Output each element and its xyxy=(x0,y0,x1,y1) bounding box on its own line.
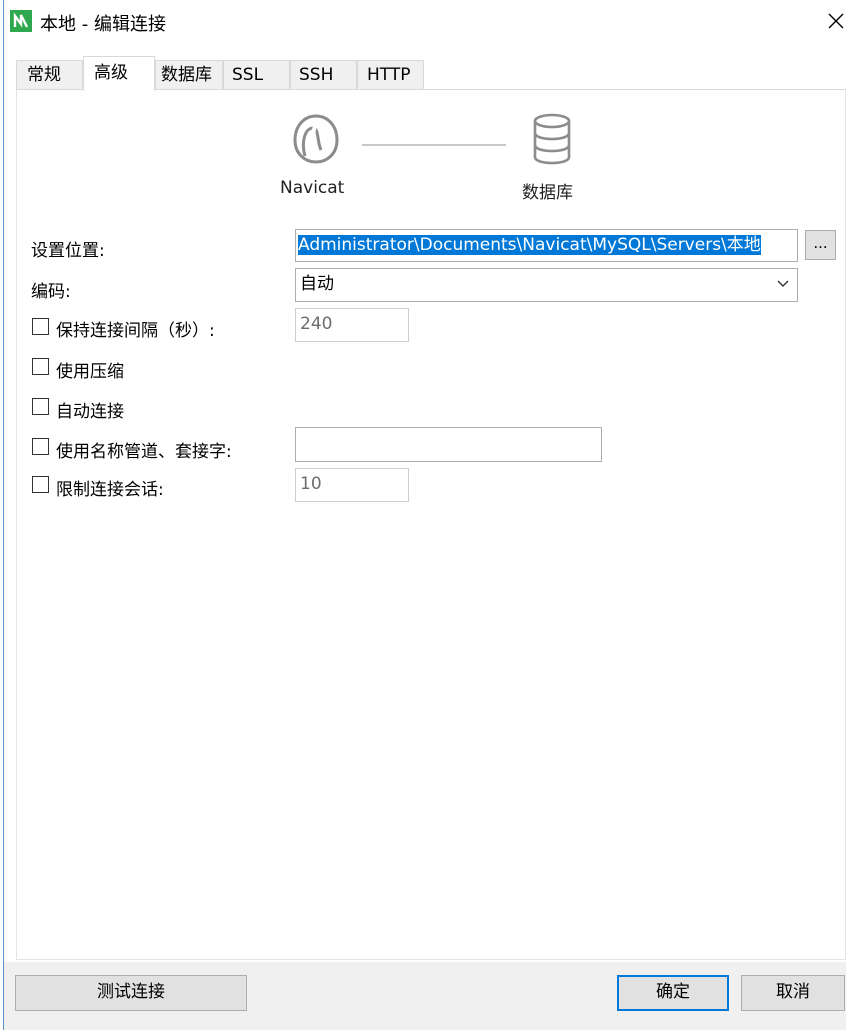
tab-advanced[interactable]: 高级 xyxy=(83,56,155,91)
connection-line xyxy=(362,144,506,146)
edit-connection-dialog: 本地 - 编辑连接 常规 高级 数据库 SSL SSH HTTP Navicat… xyxy=(3,0,846,1030)
close-icon xyxy=(828,13,844,29)
window-title: 本地 - 编辑连接 xyxy=(40,14,166,35)
database-icon xyxy=(531,113,573,165)
tab-ssh[interactable]: SSH xyxy=(290,60,357,90)
database-label: 数据库 xyxy=(522,183,573,203)
encoding-value: 自动 xyxy=(300,274,334,294)
sessionlimit-label: 限制连接会话: xyxy=(56,480,164,500)
tab-ssl[interactable]: SSL xyxy=(223,60,290,90)
keepalive-input[interactable]: 240 xyxy=(295,308,409,342)
tab-bar: 常规 高级 数据库 SSL SSH HTTP xyxy=(16,56,846,91)
sessionlimit-checkbox[interactable] xyxy=(32,476,49,493)
cancel-button[interactable]: 取消 xyxy=(741,975,845,1011)
tab-database[interactable]: 数据库 xyxy=(155,60,223,90)
encoding-select[interactable]: 自动 xyxy=(295,268,798,302)
compression-checkbox[interactable] xyxy=(32,358,49,375)
navicat-logo-icon xyxy=(287,112,345,166)
namedpipe-input[interactable] xyxy=(295,427,602,462)
sessionlimit-input[interactable]: 10 xyxy=(295,468,409,502)
tab-http[interactable]: HTTP xyxy=(357,60,424,90)
namedpipe-label: 使用名称管道、套接字: xyxy=(56,442,232,462)
navicat-label: Navicat xyxy=(280,178,345,198)
location-label: 设置位置: xyxy=(31,241,105,261)
compression-label: 使用压缩 xyxy=(56,362,124,382)
autoconnect-label: 自动连接 xyxy=(56,402,124,422)
ok-button[interactable]: 确定 xyxy=(617,975,729,1011)
browse-button[interactable]: ... xyxy=(805,230,836,260)
title-bar: 本地 - 编辑连接 xyxy=(4,0,846,44)
sessionlimit-value: 10 xyxy=(300,474,322,494)
keepalive-value: 240 xyxy=(300,314,333,334)
keepalive-label: 保持连接间隔（秒）: xyxy=(56,321,215,341)
keepalive-checkbox[interactable] xyxy=(32,318,49,335)
navicat-app-icon xyxy=(10,10,32,32)
location-field[interactable]: Administrator\Documents\Navicat\MySQL\Se… xyxy=(295,229,798,262)
dialog-footer: 测试连接 确定 取消 xyxy=(4,962,846,1030)
autoconnect-checkbox[interactable] xyxy=(32,398,49,415)
test-connection-button[interactable]: 测试连接 xyxy=(15,975,247,1011)
encoding-label: 编码: xyxy=(31,282,71,302)
tab-general[interactable]: 常规 xyxy=(16,60,83,90)
namedpipe-checkbox[interactable] xyxy=(32,438,49,455)
advanced-tab-panel xyxy=(16,90,846,960)
location-value: Administrator\Documents\Navicat\MySQL\Se… xyxy=(298,235,761,255)
chevron-down-icon xyxy=(777,280,789,287)
close-button[interactable] xyxy=(824,8,846,34)
